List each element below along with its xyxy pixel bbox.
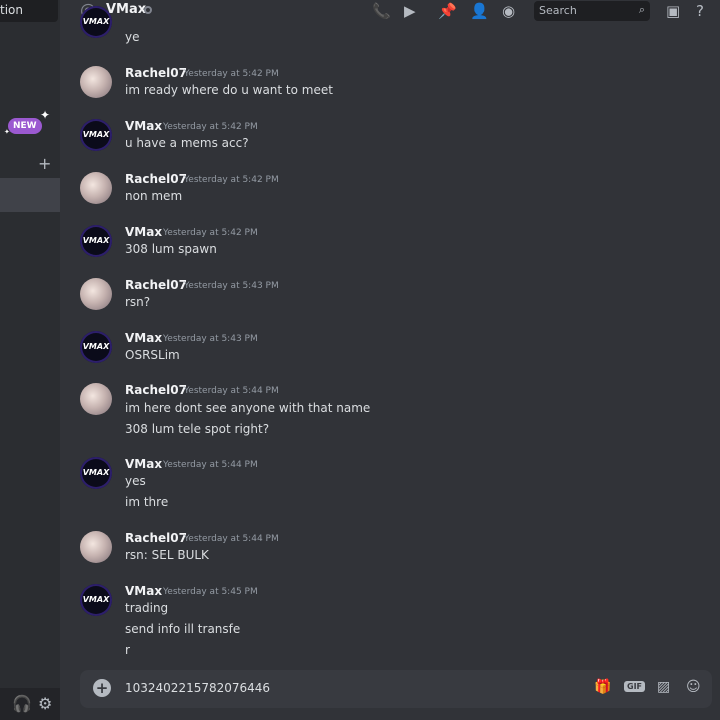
message-text: send info ill transfe bbox=[125, 622, 241, 636]
add-friend-icon[interactable]: 👤 bbox=[470, 2, 489, 20]
pin-icon[interactable]: 📌 bbox=[438, 2, 457, 20]
username[interactable]: Rachel07 bbox=[125, 172, 187, 186]
avatar[interactable] bbox=[80, 172, 112, 204]
plus-icon[interactable]: + bbox=[38, 154, 51, 173]
timestamp: Yesterday at 5:45 PM bbox=[163, 587, 258, 597]
help-icon[interactable]: ? bbox=[696, 2, 704, 20]
message-text: im here dont see anyone with that name bbox=[125, 401, 371, 415]
gear-icon[interactable]: ⚙ bbox=[38, 694, 52, 713]
avatar[interactable]: VMAX bbox=[80, 119, 112, 151]
username[interactable]: VMax bbox=[125, 584, 162, 598]
message-text: non mem bbox=[125, 189, 183, 203]
video-call-icon[interactable]: ▶ bbox=[404, 2, 416, 20]
timestamp: Yesterday at 5:42 PM bbox=[163, 228, 258, 238]
timestamp: Yesterday at 5:43 PM bbox=[184, 281, 279, 291]
message-text: 308 lum tele spot right? bbox=[125, 422, 270, 436]
username[interactable]: Rachel07 bbox=[125, 278, 187, 292]
avatar[interactable]: VMAX bbox=[80, 6, 112, 38]
selected-dm-item[interactable] bbox=[0, 178, 60, 212]
message-text: im ready where do u want to meet bbox=[125, 83, 333, 97]
message-text: 308 lum spawn bbox=[125, 242, 217, 256]
timestamp: Yesterday at 5:42 PM bbox=[184, 69, 279, 79]
headphones-icon[interactable]: 🎧 bbox=[12, 694, 32, 713]
add-attachment-icon[interactable]: + bbox=[93, 679, 111, 697]
sparkle-icon: ✦ bbox=[40, 108, 51, 122]
inbox-icon[interactable]: ▣ bbox=[666, 2, 680, 20]
search-placeholder: Search bbox=[539, 4, 577, 17]
user-panel: 🎧 ⚙ bbox=[0, 688, 60, 720]
timestamp: Yesterday at 5:44 PM bbox=[184, 386, 279, 396]
username[interactable]: VMax bbox=[125, 331, 162, 345]
timestamp: Yesterday at 5:44 PM bbox=[184, 534, 279, 544]
avatar[interactable] bbox=[80, 66, 112, 98]
avatar[interactable]: VMAX bbox=[80, 331, 112, 363]
timestamp: Yesterday at 5:42 PM bbox=[163, 122, 258, 132]
username[interactable]: Rachel07 bbox=[125, 383, 187, 397]
message-input[interactable]: 1032402215782076446 bbox=[125, 681, 270, 695]
message-text: trading bbox=[125, 601, 169, 615]
new-badge[interactable]: NEW bbox=[8, 118, 42, 134]
sticker-icon[interactable]: ▨ bbox=[657, 679, 670, 695]
message-text: u have a mems acc? bbox=[125, 136, 249, 150]
avatar[interactable]: VMAX bbox=[80, 584, 112, 616]
username[interactable]: Rachel07 bbox=[125, 531, 187, 545]
avatar[interactable] bbox=[80, 278, 112, 310]
emoji-icon[interactable]: ☺ bbox=[686, 679, 701, 695]
gift-icon[interactable]: 🎁 bbox=[594, 679, 611, 695]
timestamp: Yesterday at 5:43 PM bbox=[163, 334, 258, 344]
username[interactable]: VMax bbox=[125, 225, 162, 239]
message-text: r bbox=[125, 643, 130, 657]
channel-sidebar: tion ✦ ✦ NEW + 🎧 ⚙ bbox=[0, 0, 60, 720]
timestamp: Yesterday at 5:44 PM bbox=[163, 460, 258, 470]
sidebar-search-button[interactable]: tion bbox=[0, 0, 58, 22]
search-icon: ⌕ bbox=[638, 3, 645, 16]
avatar[interactable]: VMAX bbox=[80, 457, 112, 489]
message-composer[interactable]: + 1032402215782076446 🎁 GIF ▨ ☺ bbox=[80, 670, 712, 708]
profile-icon[interactable]: ◉ bbox=[502, 2, 515, 20]
message-list: VMAX ye Rachel07 Yesterday at 5:42 PM im… bbox=[66, 6, 720, 668]
avatar[interactable] bbox=[80, 531, 112, 563]
username[interactable]: Rachel07 bbox=[125, 66, 187, 80]
message-text: rsn: SEL BULK bbox=[125, 548, 209, 562]
username[interactable]: VMax bbox=[125, 457, 162, 471]
avatar[interactable]: VMAX bbox=[80, 225, 112, 257]
status-indicator bbox=[144, 6, 152, 14]
message-text: rsn? bbox=[125, 295, 151, 309]
avatar[interactable] bbox=[80, 383, 112, 415]
message-text: im thre bbox=[125, 495, 169, 509]
phone-call-icon[interactable]: 📞 bbox=[372, 2, 391, 20]
message-text: yes bbox=[125, 474, 146, 488]
message-text: ye bbox=[125, 30, 140, 44]
gif-icon[interactable]: GIF bbox=[624, 681, 646, 692]
username[interactable]: VMax bbox=[125, 119, 162, 133]
channel-title: VMax bbox=[106, 2, 147, 17]
timestamp: Yesterday at 5:42 PM bbox=[184, 175, 279, 185]
search-input[interactable]: Search ⌕ bbox=[534, 1, 650, 21]
channel-header: @ VMax 📞 ▶ 📌 👤 ◉ Search ⌕ ▣ ? bbox=[66, 0, 720, 22]
message-text: OSRSLim bbox=[125, 348, 180, 362]
